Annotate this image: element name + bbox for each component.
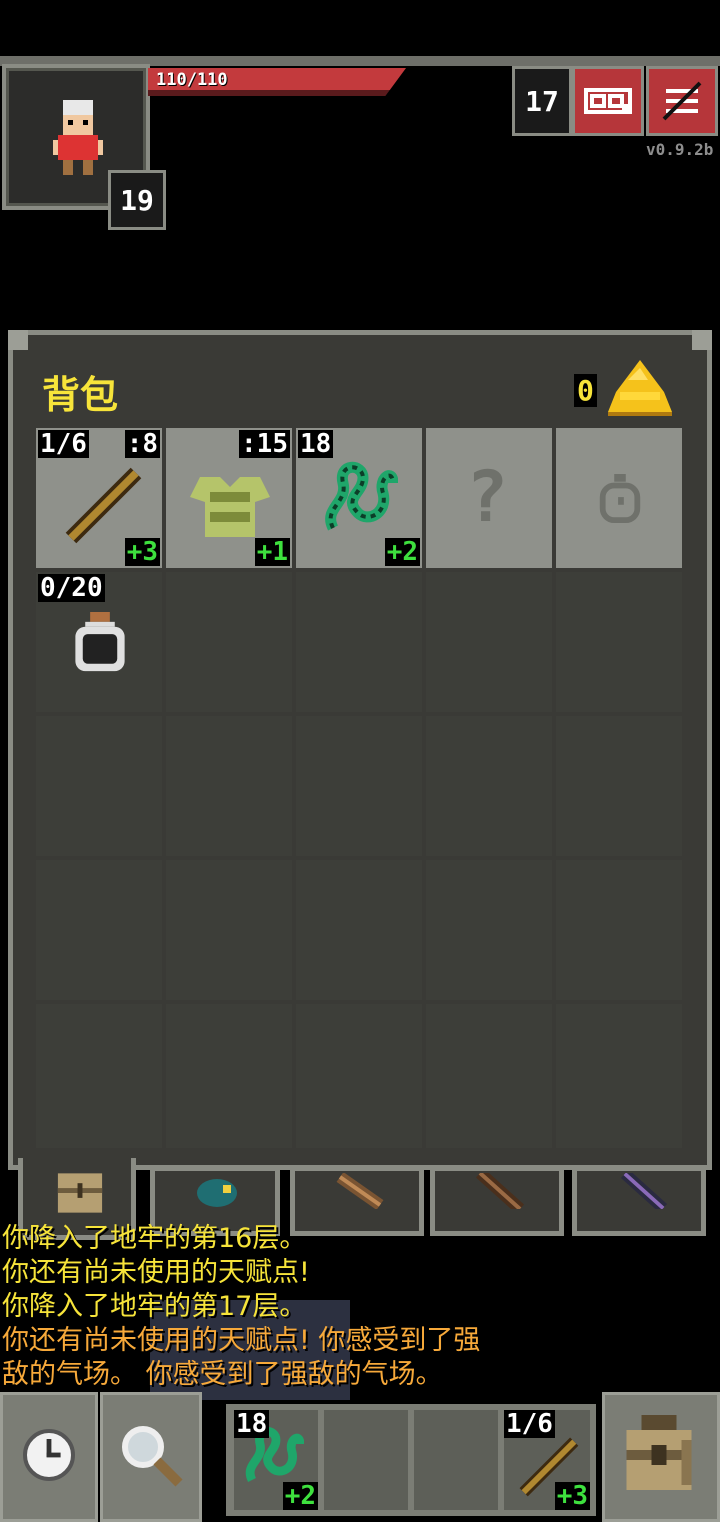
quickslot[interactable]: 18 +2 [234, 1410, 318, 1510]
inventory-slot[interactable] [556, 1004, 682, 1148]
inventory-slot[interactable] [556, 716, 682, 856]
backpack-title: 背包 [42, 373, 119, 417]
hero-level: 19 [120, 183, 154, 217]
equip-slot-wand[interactable]: 1/6 :8 +3 [36, 428, 162, 568]
wait-button[interactable] [0, 1392, 98, 1522]
wand-strength: :8 [124, 429, 160, 459]
armor-icon [190, 477, 270, 537]
clock-icon [23, 1429, 75, 1481]
inventory-slot[interactable] [296, 1004, 422, 1148]
depth-value: 17 [525, 84, 559, 118]
wand-charges: 1/6 [38, 429, 89, 459]
inventory-slot[interactable] [166, 1004, 292, 1148]
inventory-slot[interactable] [426, 716, 552, 856]
inventory-slot[interactable] [426, 1004, 552, 1148]
menu-icon [662, 81, 702, 121]
journal-icon [584, 88, 632, 114]
log-line: 你降入了地牢的第16层。 [2, 1223, 307, 1254]
bandolier-icon [475, 1173, 525, 1209]
wand-icon [65, 467, 142, 544]
inventory-slot[interactable]: 0/20 [36, 572, 162, 712]
inventory-slot[interactable] [166, 716, 292, 856]
inventory-slot[interactable] [166, 860, 292, 1000]
inventory-slot[interactable] [166, 572, 292, 712]
game-log: 你降入了地牢的第16层。 你还有尚未使用的天赋点! 你降入了地牢的第17层。 你… [0, 1222, 720, 1392]
version-label: v0.9.2b [646, 140, 714, 159]
equip-slot-artifact[interactable] [556, 428, 682, 568]
inventory-slot[interactable] [556, 860, 682, 1000]
quickslot-count: 18 [234, 1409, 270, 1439]
depth-indicator[interactable]: 17 [512, 66, 572, 136]
inventory-slot[interactable] [426, 860, 552, 1000]
scroll-holder-icon [336, 1173, 384, 1209]
equip-slot-misc[interactable]: ? [426, 428, 552, 568]
vial-amount: 0/20 [38, 573, 105, 603]
inventory-slot[interactable] [36, 716, 162, 856]
backpack-icon [626, 1415, 692, 1490]
wand-level: +3 [124, 537, 160, 567]
hp-text: 110/110 [156, 70, 228, 90]
quickslot[interactable] [414, 1410, 498, 1510]
bag-slot-icon [599, 474, 641, 524]
corner-rivet [692, 330, 712, 350]
log-line: 你还有尚未使用的天赋点! [2, 1257, 310, 1288]
log-line: 你降入了地牢的第17层。 [2, 1291, 307, 1322]
inventory-button[interactable] [602, 1392, 720, 1522]
hero-level-badge: 19 [108, 170, 166, 230]
quickslot-level: +3 [554, 1481, 590, 1511]
ring-level: +2 [384, 537, 420, 567]
vial-icon [75, 612, 125, 672]
gold-pile-icon [608, 360, 672, 416]
unknown-slot-icon: ? [466, 456, 509, 538]
armor-level: +1 [254, 537, 290, 567]
inventory-slot[interactable] [36, 860, 162, 1000]
log-line: 敌的气场。 你感受到了强敌的气场。 [2, 1359, 443, 1390]
search-button[interactable] [100, 1392, 202, 1522]
armor-strength: :15 [239, 429, 290, 459]
log-line: 你还有尚未使用的天赋点! 你感受到了强 [2, 1325, 481, 1356]
inventory-slot[interactable] [556, 572, 682, 712]
chain-ring-icon [325, 461, 398, 531]
quickslot[interactable] [324, 1410, 408, 1510]
hero-icon [53, 100, 103, 175]
equip-slot-ring[interactable]: 18 +2 [296, 428, 422, 568]
equip-slot-armor[interactable]: :15 +1 [166, 428, 292, 568]
quickslot[interactable]: 1/6 +3 [504, 1410, 590, 1510]
journal-button[interactable] [572, 66, 644, 136]
menu-button[interactable] [646, 66, 718, 136]
corner-rivet [8, 330, 28, 350]
inventory-slot[interactable] [296, 716, 422, 856]
hp-bar: 110/110 [148, 68, 406, 96]
backpack-icon [57, 1173, 103, 1213]
quickslot-charges: 1/6 [504, 1409, 555, 1439]
inventory-slot[interactable] [296, 860, 422, 1000]
quickslot-level: +2 [282, 1481, 318, 1511]
magnifier-icon [122, 1426, 183, 1487]
inventory-slot[interactable] [296, 572, 422, 712]
inventory-slot[interactable] [36, 1004, 162, 1148]
holster-icon [621, 1173, 667, 1209]
pouch-icon [197, 1179, 237, 1207]
inventory-slot[interactable] [426, 572, 552, 712]
ring-count: 18 [298, 429, 334, 459]
gold-count: 0 [574, 374, 597, 407]
